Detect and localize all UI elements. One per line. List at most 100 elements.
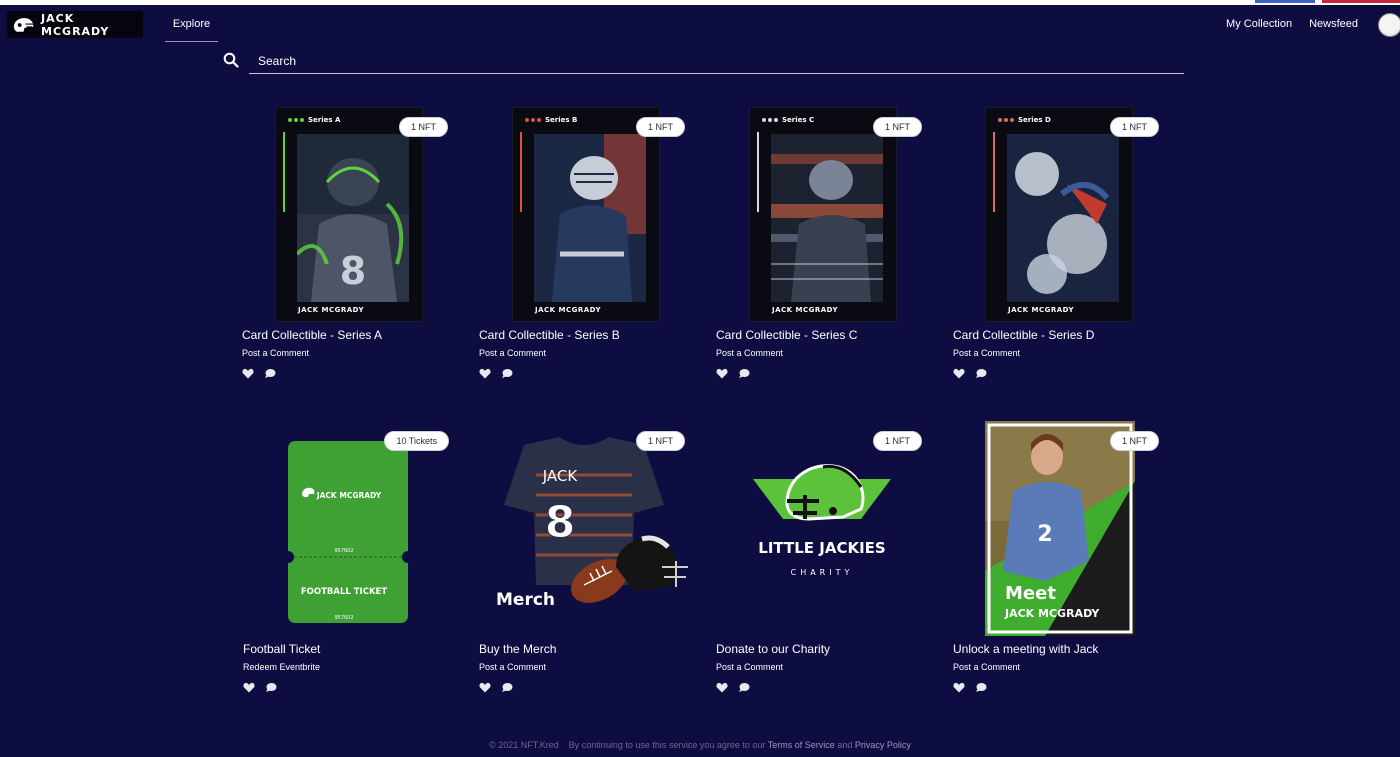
charity-logo: LITTLE JACKIES CHARITY — [753, 464, 891, 577]
card-image[interactable]: Series D JACK MCGRADY 1 NFT — [950, 107, 1165, 322]
card-title[interactable]: Football Ticket — [243, 642, 320, 656]
heart-icon[interactable] — [242, 368, 254, 379]
comment-icon[interactable] — [264, 368, 276, 379]
series-name: Series B — [545, 116, 578, 124]
charity-name: LITTLE JACKIES — [758, 539, 885, 557]
comment-icon[interactable] — [738, 368, 750, 379]
post-comment-link[interactable]: Post a Comment — [479, 348, 546, 358]
card-title[interactable]: Unlock a meeting with Jack — [953, 642, 1098, 656]
card-title[interactable]: Card Collectible - Series D — [953, 328, 1094, 342]
jersey-name: JACK — [542, 467, 579, 485]
nft-card[interactable]: 2 Meet JACK MCGRADY 1 NFT Unlock a meeti… — [950, 421, 1165, 711]
card-image[interactable]: JACK MCGRADY 957602 FOOTBALL TICKET 9576… — [240, 421, 455, 636]
nft-card[interactable]: Series C JACK MCGRADY 1 NFT Card Collect… — [713, 107, 928, 397]
nft-card[interactable]: Series D JACK MCGRADY 1 NFT Card Collect… — [950, 107, 1165, 397]
heart-icon[interactable] — [953, 682, 965, 693]
card-actions — [242, 368, 276, 379]
card-title[interactable]: Donate to our Charity — [716, 642, 830, 656]
footer: © 2021 NFT.Kred By continuing to use thi… — [0, 740, 1400, 750]
card-title[interactable]: Card Collectible - Series B — [479, 328, 620, 342]
trading-card-art: Series D JACK MCGRADY — [985, 107, 1133, 322]
nft-count-badge: 1 NFT — [1109, 431, 1159, 451]
football-helmet-icon — [13, 17, 34, 32]
card-player-name: JACK MCGRADY — [298, 306, 365, 314]
svg-text:8: 8 — [340, 249, 366, 293]
heart-icon[interactable] — [479, 682, 491, 693]
card-title[interactable]: Buy the Merch — [479, 642, 556, 656]
card-stripe — [520, 132, 522, 212]
comment-icon[interactable] — [738, 682, 750, 693]
svg-text:2: 2 — [1037, 522, 1052, 547]
card-image[interactable]: Series C JACK MCGRADY 1 NFT — [713, 107, 928, 322]
heart-icon[interactable] — [716, 368, 728, 379]
browser-tab-indicator — [1255, 0, 1315, 3]
card-title[interactable]: Card Collectible - Series A — [242, 328, 382, 342]
card-actions — [716, 368, 750, 379]
redeem-eventbrite-link[interactable]: Redeem Eventbrite — [243, 662, 320, 672]
card-actions — [479, 682, 513, 693]
heart-icon[interactable] — [953, 368, 965, 379]
jersey-number: 8 — [545, 497, 576, 548]
post-comment-link[interactable]: Post a Comment — [716, 662, 783, 672]
meet-label: Meet — [1005, 583, 1056, 604]
series-label: Series A — [288, 116, 340, 124]
card-image[interactable]: Series B JACK MCGRADY 1 NFT — [476, 107, 691, 322]
comment-icon[interactable] — [975, 682, 987, 693]
terms-link[interactable]: Terms of Service — [768, 740, 835, 750]
card-actions — [243, 682, 277, 693]
nft-count-badge: 1 NFT — [872, 431, 922, 451]
ticket-number: 957602 — [334, 548, 353, 554]
search-input[interactable] — [249, 48, 1184, 74]
trading-card-art: Series A 8 JACK MCGRADY — [275, 107, 423, 322]
series-dots — [525, 118, 541, 122]
top-bar — [0, 0, 1400, 5]
comment-icon[interactable] — [501, 682, 513, 693]
series-name: Series D — [1018, 116, 1051, 124]
card-image[interactable]: LITTLE JACKIES CHARITY 1 NFT — [713, 421, 928, 636]
heart-icon[interactable] — [243, 682, 255, 693]
charity-sub: CHARITY — [791, 568, 854, 577]
ticket-number: 957602 — [334, 615, 353, 621]
series-name: Series A — [308, 116, 341, 124]
comment-icon[interactable] — [501, 368, 513, 379]
post-comment-link[interactable]: Post a Comment — [479, 662, 546, 672]
post-comment-link[interactable]: Post a Comment — [953, 662, 1020, 672]
nft-card[interactable]: Series A 8 JACK MCGRADY 1 NFT Card Colle… — [239, 107, 454, 397]
post-comment-link[interactable]: Post a Comment — [716, 348, 783, 358]
nft-card[interactable]: JACK 8 Merch 1 NFT Buy the Merch Post a … — [476, 421, 691, 711]
nft-card[interactable]: JACK MCGRADY 957602 FOOTBALL TICKET 9576… — [240, 421, 455, 711]
footer-copyright: © 2021 NFT.Kred — [489, 740, 559, 750]
player-photo — [1007, 134, 1119, 302]
card-image[interactable]: JACK 8 Merch 1 NFT — [476, 421, 691, 636]
nav-newsfeed[interactable]: Newsfeed — [1309, 18, 1358, 30]
player-photo: 8 — [297, 134, 409, 302]
nav-explore-tab[interactable]: Explore — [165, 14, 218, 42]
card-title[interactable]: Card Collectible - Series C — [716, 328, 857, 342]
card-image[interactable]: 2 Meet JACK MCGRADY 1 NFT — [950, 421, 1165, 636]
comment-icon[interactable] — [265, 682, 277, 693]
merch-art: JACK 8 Merch — [496, 437, 688, 610]
nft-card[interactable]: LITTLE JACKIES CHARITY 1 NFT Donate to o… — [713, 421, 928, 711]
user-avatar[interactable] — [1378, 13, 1400, 37]
card-stripe — [757, 132, 759, 212]
brand-logo[interactable]: JACK MCGRADY — [7, 11, 143, 38]
nav-my-collection[interactable]: My Collection — [1226, 18, 1292, 30]
footer-text: By continuing to use this service you ag… — [568, 740, 766, 750]
comment-icon[interactable] — [975, 368, 987, 379]
card-actions — [716, 682, 750, 693]
player-photo — [771, 134, 883, 302]
series-name: Series C — [782, 116, 815, 124]
nft-card[interactable]: Series B JACK MCGRADY 1 NFT Card Collect… — [476, 107, 691, 397]
card-stripe — [993, 132, 995, 212]
privacy-link[interactable]: Privacy Policy — [855, 740, 911, 750]
card-player-name: JACK MCGRADY — [772, 306, 839, 314]
heart-icon[interactable] — [716, 682, 728, 693]
card-image[interactable]: Series A 8 JACK MCGRADY 1 NFT — [239, 107, 454, 322]
ticket-brand: JACK MCGRADY — [316, 491, 382, 500]
nft-count-badge: 1 NFT — [635, 117, 685, 137]
post-comment-link[interactable]: Post a Comment — [242, 348, 309, 358]
search-icon[interactable] — [223, 52, 239, 68]
heart-icon[interactable] — [479, 368, 491, 379]
post-comment-link[interactable]: Post a Comment — [953, 348, 1020, 358]
series-dots — [998, 118, 1014, 122]
